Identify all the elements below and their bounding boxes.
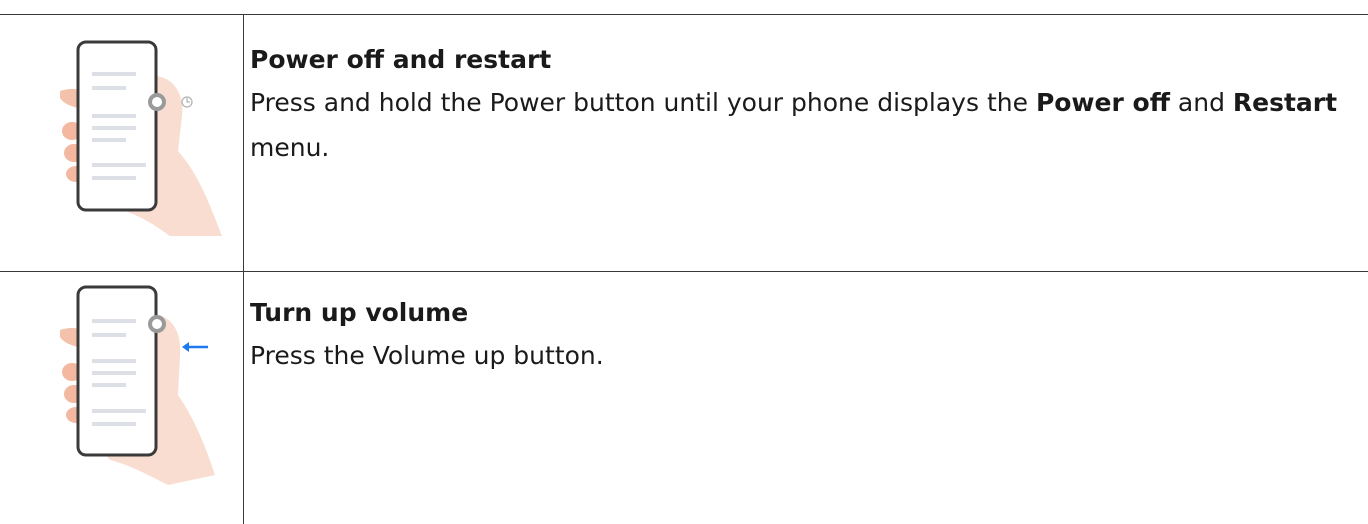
description-text: Press the Volume up button. xyxy=(250,341,604,370)
instruction-table: Power off and restart Press and hold the… xyxy=(0,0,1368,524)
hand-holding-phone-press-volume-up-icon xyxy=(50,285,225,485)
description-bold-power-off: Power off xyxy=(1035,88,1170,117)
row-description: Press the Volume up button. xyxy=(250,333,1350,378)
description-bold-restart: Restart xyxy=(1232,88,1338,117)
description-text: Press and hold the Power button until yo… xyxy=(250,88,1036,117)
description-text: menu. xyxy=(250,133,330,162)
row-description: Press and hold the Power button until yo… xyxy=(250,80,1350,170)
table-row-volume-up: Turn up volume Press the Volume up butto… xyxy=(0,271,1368,524)
row-title: Turn up volume xyxy=(250,298,469,327)
row-text: Turn up volume Press the Volume up butto… xyxy=(250,295,1350,378)
row-title: Power off and restart xyxy=(250,45,552,74)
row-text: Power off and restart Press and hold the… xyxy=(250,42,1350,170)
description-text: and xyxy=(1169,88,1233,117)
table-row-power-off: Power off and restart Press and hold the… xyxy=(0,14,1368,271)
hand-holding-phone-press-power-icon xyxy=(50,36,225,236)
